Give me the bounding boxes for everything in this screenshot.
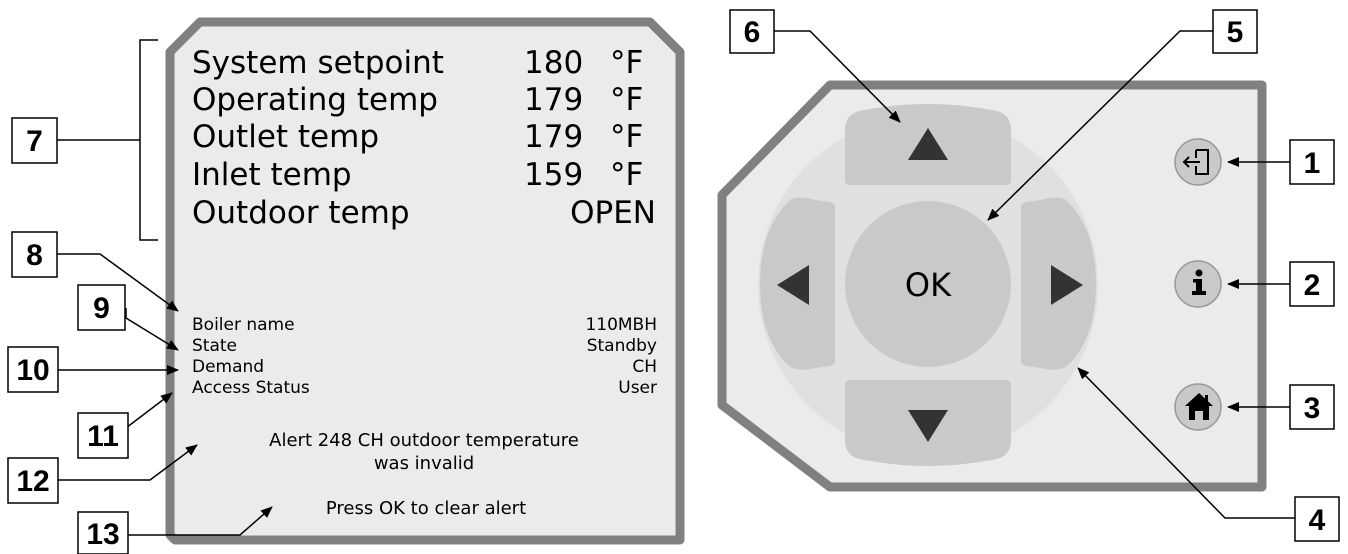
callout-8: 8 <box>11 231 58 278</box>
status-value: Standby <box>587 336 657 356</box>
display-screen: System setpoint 180 °F Operating temp 17… <box>165 17 685 545</box>
exit-button[interactable] <box>1174 138 1222 186</box>
svg-text:7: 7 <box>26 125 43 158</box>
callout-6: 6 <box>729 9 775 54</box>
reading-unit: °F <box>610 45 643 81</box>
reading-value: 180 <box>524 45 583 81</box>
svg-text:1: 1 <box>1304 147 1321 180</box>
callout-12: 12 <box>7 457 59 504</box>
reading-value: 179 <box>524 82 583 118</box>
svg-text:12: 12 <box>16 465 49 498</box>
status-label: Boiler name <box>192 315 295 335</box>
status-label: Access Status <box>192 378 310 398</box>
callout-1: 1 <box>1289 139 1335 185</box>
svg-text:11: 11 <box>87 420 119 453</box>
status-label: State <box>192 336 237 356</box>
reading-label: System setpoint <box>192 45 444 81</box>
svg-text:13: 13 <box>86 518 119 551</box>
ok-label: OK <box>905 266 952 304</box>
svg-text:6: 6 <box>744 16 761 49</box>
reading-unit: °F <box>610 82 643 118</box>
svg-text:8: 8 <box>26 239 43 272</box>
callout-13: 13 <box>77 511 129 554</box>
svg-text:10: 10 <box>16 354 49 387</box>
status-value: CH <box>632 357 657 377</box>
reading-value: 159 <box>524 157 583 193</box>
info-button[interactable] <box>1174 260 1222 308</box>
reading-value: 179 <box>524 119 583 155</box>
callout-10: 10 <box>7 346 59 393</box>
svg-text:9: 9 <box>93 292 110 325</box>
reading-label: Operating temp <box>192 82 438 118</box>
reading-unit: °F <box>610 157 643 193</box>
reading-value: OPEN <box>570 195 656 231</box>
down-button[interactable] <box>845 380 1011 466</box>
home-button[interactable] <box>1174 383 1222 431</box>
callout-7: 7 <box>11 117 58 164</box>
status-label: Demand <box>192 357 264 377</box>
status-value: User <box>618 378 657 398</box>
callout-5: 5 <box>1212 9 1258 54</box>
reading-label: Outdoor temp <box>192 195 410 231</box>
callout-3: 3 <box>1289 384 1335 430</box>
svg-text:2: 2 <box>1304 269 1321 302</box>
keypad: OK <box>717 80 1267 492</box>
status-value: 110MBH <box>585 315 657 335</box>
callout-4: 4 <box>1294 496 1340 542</box>
boiler-display-diagram: System setpoint 180 °F Operating temp 17… <box>7 9 1340 554</box>
reading-unit: °F <box>610 119 643 155</box>
up-button[interactable] <box>845 104 1011 185</box>
alert-text-continued: was invalid <box>374 453 474 474</box>
prompt-text: Press OK to clear alert <box>326 498 526 519</box>
svg-text:4: 4 <box>1309 504 1326 537</box>
alert-text: Alert 248 CH outdoor temperature <box>269 430 579 451</box>
callout-9: 9 <box>77 284 126 331</box>
reading-label: Outlet temp <box>192 119 379 155</box>
ok-button[interactable]: OK <box>845 201 1011 367</box>
svg-text:5: 5 <box>1227 16 1244 49</box>
callout-11: 11 <box>77 412 129 459</box>
svg-text:3: 3 <box>1304 392 1321 425</box>
callout-2: 2 <box>1289 261 1335 307</box>
reading-label: Inlet temp <box>192 157 352 193</box>
